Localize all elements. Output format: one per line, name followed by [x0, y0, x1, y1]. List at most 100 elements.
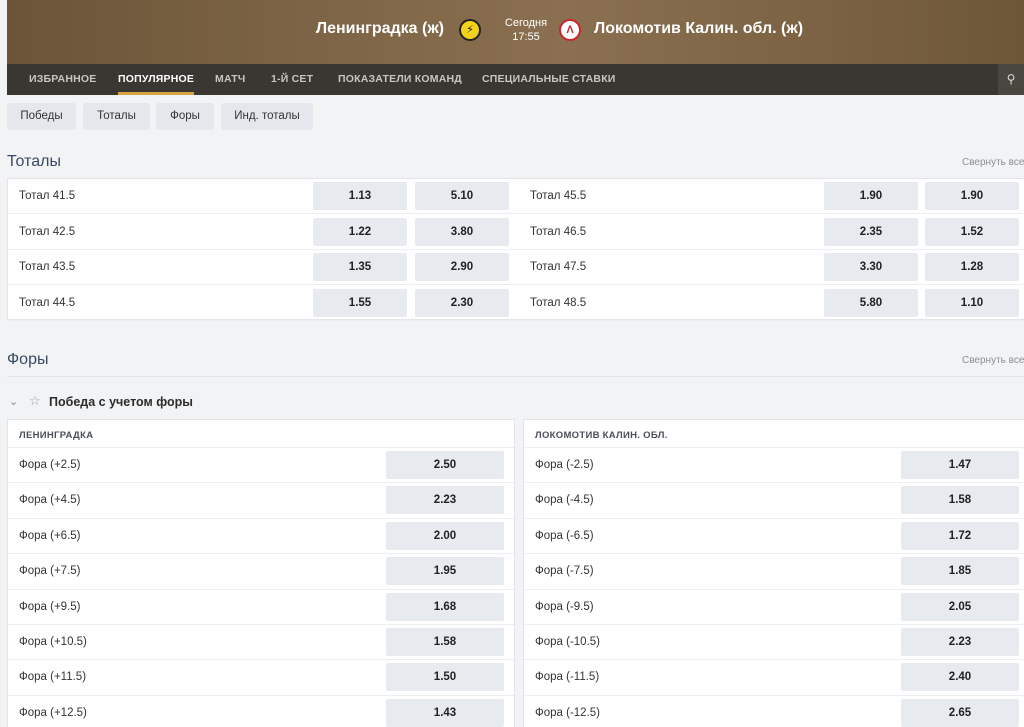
handicap-odd-button[interactable]: 1.95 — [386, 557, 504, 586]
divider — [7, 376, 1024, 377]
tab-favorites[interactable]: ИЗБРАННОЕ — [29, 64, 96, 95]
handicap-odd-button[interactable]: 1.68 — [386, 592, 504, 621]
home-team-name[interactable]: Ленинградка (ж) — [316, 20, 444, 38]
odd-under-button[interactable]: 2.90 — [415, 253, 509, 281]
list-item: Фора (-11.5) 2.40 — [524, 659, 1024, 695]
away-handicap-panel: ЛОКОМОТИВ КАЛИН. ОБЛ. Фора (-2.5) 1.47 Фор… — [523, 419, 1024, 727]
total-label: Тотал 46.5 — [530, 225, 587, 238]
match-day: Сегодня — [504, 17, 548, 29]
handicap-odd-button[interactable]: 1.58 — [386, 628, 504, 656]
odd-under-button[interactable]: 3.80 — [415, 217, 509, 246]
list-item: Фора (-10.5) 2.23 — [524, 624, 1024, 660]
list-item: Фора (+12.5) 1.43 — [8, 694, 514, 727]
totals-collapse-all[interactable]: Свернуть все — [962, 157, 1024, 168]
handicap-label: Фора (-2.5) — [535, 459, 594, 471]
handicap-odd-button[interactable]: 2.05 — [901, 592, 1019, 621]
handicap-odd-button[interactable]: 2.00 — [386, 521, 504, 550]
odd-under-button[interactable]: 1.28 — [925, 253, 1019, 281]
table-row: Тотал 41.5 1.13 5.10 Тотал 45.5 1.90 1.90 — [8, 179, 1024, 214]
total-label: Тотал 41.5 — [19, 190, 76, 202]
away-team-logo-icon: Λ — [559, 19, 581, 41]
odd-over-button[interactable]: 5.80 — [824, 288, 918, 317]
handicap-odd-button[interactable]: 2.23 — [386, 486, 504, 515]
odd-under-button[interactable]: 1.90 — [925, 182, 1019, 210]
handicap-label: Фора (-12.5) — [535, 706, 600, 719]
handicap-label: Фора (+2.5) — [19, 459, 81, 471]
list-item: Фора (-4.5) 1.58 — [524, 482, 1024, 518]
handicap-odd-button[interactable]: 1.50 — [386, 663, 504, 692]
handicap-odd-button[interactable]: 2.50 — [386, 451, 504, 479]
chevron-down-icon[interactable]: ⌄ — [9, 395, 18, 408]
odd-over-button[interactable]: 1.13 — [313, 182, 407, 210]
list-item: Фора (+10.5) 1.58 — [8, 624, 514, 660]
tab-popular[interactable]: ПОПУЛЯРНОЕ — [118, 64, 195, 95]
totals-panel: Тотал 41.5 1.13 5.10 Тотал 45.5 1.90 1.90 Тота… — [7, 178, 1024, 321]
search-icon[interactable]: ⚲ — [998, 64, 1024, 95]
home-column-header: ЛЕНИНГРАДКА — [19, 430, 94, 441]
handicap-label: Фора (-11.5) — [535, 671, 600, 684]
list-item: Фора (-7.5) 1.85 — [524, 553, 1024, 589]
list-item: Фора (+6.5) 2.00 — [8, 517, 514, 554]
handicap-label: Фора (+12.5) — [19, 706, 87, 719]
handicap-odd-button[interactable]: 1.43 — [386, 698, 504, 727]
table-row: Тотал 43.5 1.35 2.90 Тотал 47.5 3.30 1.28 — [8, 250, 1024, 285]
handicap-odd-button[interactable]: 1.47 — [901, 451, 1019, 479]
home-handicap-panel: ЛЕНИНГРАДКА Фора (+2.5) 2.50 Фора (+4.5) 2.… — [7, 419, 515, 727]
odd-over-button[interactable]: 1.22 — [313, 217, 407, 246]
list-item: Фора (+11.5) 1.50 — [8, 659, 514, 695]
handicap-label: Фора (-6.5) — [535, 529, 594, 542]
filter-ind-totals[interactable]: Инд. тоталы — [221, 103, 313, 130]
match-header: Ленинградка (ж) ⚡ Сегодня 17:55 Λ Локомо… — [7, 0, 1024, 64]
away-column-header: ЛОКОМОТИВ КАЛИН. ОБЛ. — [535, 430, 668, 441]
handicap-odd-button[interactable]: 1.72 — [901, 521, 1019, 550]
handicaps-title: Форы — [7, 351, 49, 368]
handicap-odd-button[interactable]: 2.23 — [901, 628, 1019, 656]
list-item: Фора (+9.5) 1.68 — [8, 588, 514, 625]
handicap-label: Фора (-9.5) — [535, 600, 594, 613]
handicap-odd-button[interactable]: 2.65 — [901, 698, 1019, 727]
tab-match[interactable]: МАТЧ — [215, 64, 245, 95]
table-row: Тотал 44.5 1.55 2.30 Тотал 48.5 5.80 1.10 — [8, 286, 1024, 321]
match-clock: 17:55 — [512, 31, 540, 43]
tab-first-set[interactable]: 1-Й СЕТ — [271, 64, 313, 95]
odd-under-button[interactable]: 1.10 — [925, 288, 1019, 317]
tab-team-stats[interactable]: ПОКАЗАТЕЛИ КОМАНД — [338, 64, 462, 95]
list-item: Фора (-2.5) 1.47 — [524, 447, 1024, 483]
tab-special-bets[interactable]: СПЕЦИАЛЬНЫЕ СТАВКИ — [482, 64, 616, 95]
handicap-label: Фора (+6.5) — [19, 529, 81, 542]
odd-over-button[interactable]: 1.55 — [313, 288, 407, 317]
away-team-name[interactable]: Локомотив Калин. обл. (ж) — [594, 20, 803, 38]
total-label: Тотал 44.5 — [19, 296, 76, 309]
handicap-odd-button[interactable]: 1.85 — [901, 557, 1019, 586]
total-label: Тотал 42.5 — [19, 225, 76, 238]
handicap-label: Фора (+9.5) — [19, 600, 81, 613]
list-item: Фора (-6.5) 1.72 — [524, 517, 1024, 554]
odd-over-button[interactable]: 2.35 — [824, 217, 918, 246]
odd-under-button[interactable]: 5.10 — [415, 182, 509, 210]
odd-under-button[interactable]: 1.52 — [925, 217, 1019, 246]
list-item: Фора (+4.5) 2.23 — [8, 482, 514, 518]
list-item: Фора (-12.5) 2.65 — [524, 694, 1024, 727]
handicaps-collapse-all[interactable]: Свернуть все — [962, 355, 1024, 366]
market-title: Победа с учетом форы — [49, 395, 193, 409]
total-label: Тотал 48.5 — [530, 296, 587, 309]
star-icon[interactable]: ☆ — [29, 393, 41, 409]
filter-totals[interactable]: Тоталы — [83, 103, 150, 130]
handicap-odd-button[interactable]: 2.40 — [901, 663, 1019, 692]
handicap-label: Фора (+4.5) — [19, 494, 81, 507]
odd-over-button[interactable]: 1.35 — [313, 253, 407, 281]
handicap-odd-button[interactable]: 1.58 — [901, 486, 1019, 515]
list-item: Фора (-9.5) 2.05 — [524, 588, 1024, 625]
market-tabs: ИЗБРАННОЕ ПОПУЛЯРНОЕ МАТЧ 1-Й СЕТ ПОКАЗА… — [7, 64, 1024, 95]
odd-over-button[interactable]: 1.90 — [824, 182, 918, 210]
list-item: Фора (+7.5) 1.95 — [8, 553, 514, 589]
filter-wins[interactable]: Победы — [7, 103, 76, 130]
total-label: Тотал 43.5 — [19, 261, 76, 273]
odd-over-button[interactable]: 3.30 — [824, 253, 918, 281]
filter-handicaps[interactable]: Форы — [156, 103, 214, 130]
handicap-label: Фора (-7.5) — [535, 565, 594, 578]
list-item: Фора (+2.5) 2.50 — [8, 447, 514, 483]
match-time: Сегодня 17:55 — [497, 16, 555, 44]
total-label: Тотал 47.5 — [530, 261, 587, 273]
odd-under-button[interactable]: 2.30 — [415, 288, 509, 317]
